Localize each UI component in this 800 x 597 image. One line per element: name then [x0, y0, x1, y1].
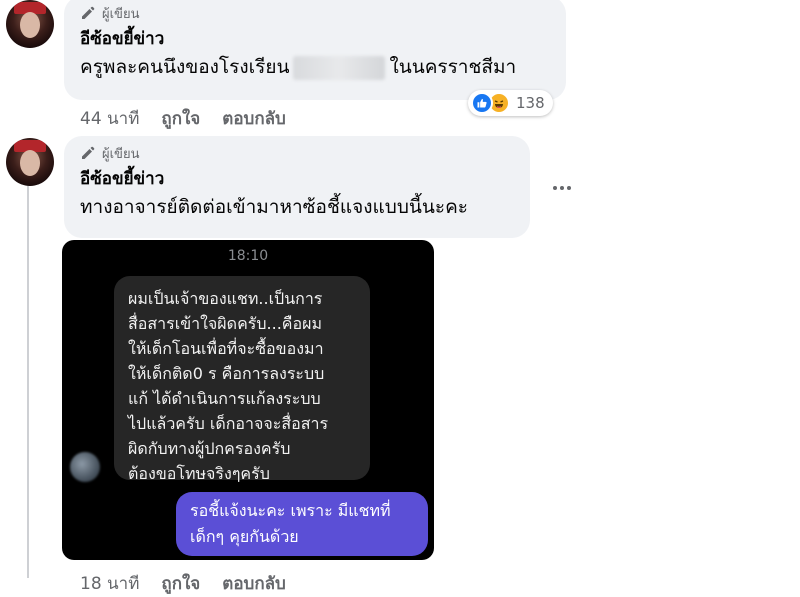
message-line: ไปแล้วครับ เด็กอาจจะสื่อสาร: [128, 414, 329, 433]
reply-button[interactable]: ตอบกลับ: [222, 105, 286, 132]
reaction-count: 138: [516, 94, 545, 112]
reply-thread-line: [27, 186, 29, 578]
comment-bubble: ผู้เขียน อีซ้อขยี้ข่าว ครูพละคนนึงของโรง…: [64, 0, 566, 100]
like-button[interactable]: ถูกใจ: [161, 570, 200, 597]
avatar-face: [20, 150, 40, 176]
censored-school-name: [293, 55, 386, 80]
incoming-message: ผมเป็นเจ้าของแชท..เป็นการ สื่อสารเข้าใจผ…: [114, 276, 370, 483]
comment-text-start: ครูพละคนนึงของโรงเรียน: [80, 56, 290, 78]
message-line: สื่อสารเข้าใจผิดครับ...คือผม: [128, 314, 323, 333]
message-line: ผมเป็นเจ้าของแชท..เป็นการ: [128, 289, 323, 308]
pencil-icon: [82, 146, 95, 159]
author-badge-label: ผู้เขียน: [102, 146, 140, 162]
message-line: เด็กๆ คุยกันด้วย: [190, 527, 299, 546]
reaction-summary[interactable]: 138: [468, 90, 553, 116]
message-line: ให้เด็กติด0 ร คือการลงระบบ: [128, 364, 325, 383]
author-name[interactable]: อีซ้อขยี้ข่าว: [80, 28, 550, 50]
comment-actions: 18 นาที ถูกใจ ตอบกลับ: [80, 570, 286, 597]
comment-timestamp[interactable]: 18 นาที: [80, 570, 139, 597]
sender-avatar: [70, 452, 100, 482]
author-badge-label: ผู้เขียน: [102, 6, 140, 22]
outgoing-message: รอชี้แจ้งนะคะ เพราะ มีแชทที่ เด็กๆ คุยกั…: [176, 492, 428, 556]
avatar-face: [20, 12, 40, 38]
comment-timestamp[interactable]: 44 นาที: [80, 105, 139, 132]
pencil-icon: [82, 6, 95, 19]
more-options-icon[interactable]: [548, 178, 576, 198]
chat-time: 18:10: [227, 248, 269, 264]
author-avatar[interactable]: [6, 0, 54, 48]
like-button[interactable]: ถูกใจ: [161, 105, 200, 132]
chat-screenshot-image[interactable]: 18:10 ผมเป็นเจ้าของแชท..เป็นการ สื่อสารเ…: [62, 240, 434, 560]
author-badge: ผู้เขียน: [80, 4, 550, 22]
like-icon: [471, 92, 493, 114]
author-name[interactable]: อีซ้อขยี้ข่าว: [80, 168, 514, 190]
reply-button[interactable]: ตอบกลับ: [222, 570, 286, 597]
author-avatar[interactable]: [6, 138, 54, 186]
message-line: ผิดกับทางผู้ปกครองครับ: [128, 439, 291, 458]
comment-bubble: ผู้เขียน อีซ้อขยี้ข่าว ทางอาจารย์ติดต่อเ…: [64, 136, 530, 238]
message-line: แก้ ได้ดำเนินการแก้ลงระบบ: [128, 389, 321, 408]
comment-text-end: ในนครราชสีมา: [389, 56, 517, 78]
message-line: ต้องขอโทษจริงๆครับ: [128, 464, 270, 483]
author-badge: ผู้เขียน: [80, 144, 514, 162]
comment-actions: 44 นาที ถูกใจ ตอบกลับ: [80, 105, 286, 132]
message-line: ให้เด็กโอนเพื่อที่จะซื้อของมา: [128, 339, 324, 358]
comment-text: ครูพละคนนึงของโรงเรียน ในนครราชสีมา: [80, 54, 550, 80]
message-line: รอชี้แจ้งนะคะ เพราะ มีแชทที่: [190, 501, 391, 520]
comment-text: ทางอาจารย์ติดต่อเข้ามาหาซ้อชี้แจงแบบนี้น…: [80, 196, 468, 218]
